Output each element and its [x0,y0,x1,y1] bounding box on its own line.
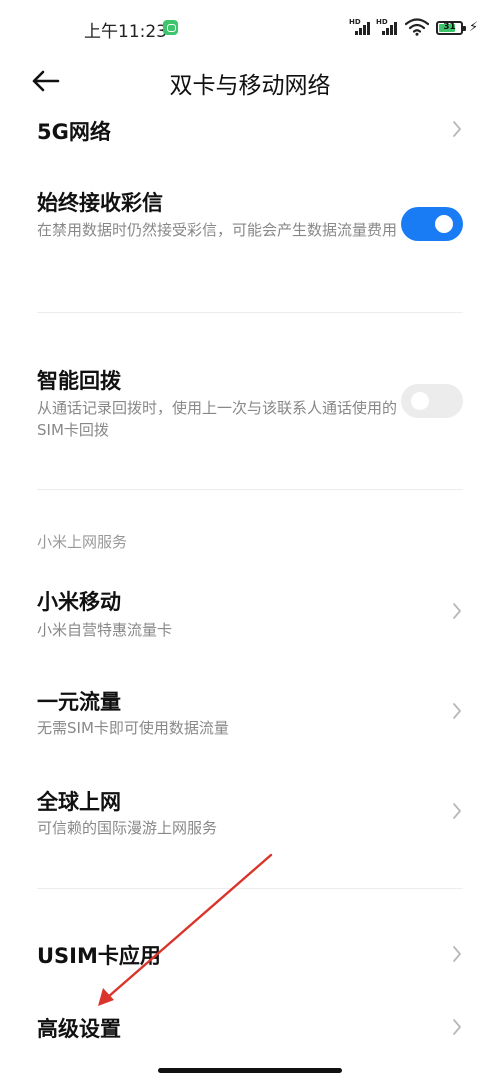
wechat-notification-icon [163,20,178,35]
settings-item-5g-network[interactable]: 5G网络 [0,106,500,152]
page-title: 双卡与移动网络 [169,73,331,99]
toggle-knob [411,392,429,410]
row-title: 智能回拨 [37,369,121,393]
section-header-xiaomi-internet-services: 小米上网服务 [37,533,128,551]
settings-item-advanced-settings[interactable]: 高级设置 [0,1003,500,1053]
signal-sim2-icon: HD [376,18,402,36]
chevron-right-icon [452,945,462,963]
row-title: 一元流量 [37,690,121,714]
battery-level: 31 [443,22,456,32]
row-title: 高级设置 [37,1017,121,1041]
toggle-knob [435,215,453,233]
row-title: 小米移动 [37,590,121,614]
divider [37,312,463,313]
row-subtitle: 在禁用数据时仍然接受彩信，可能会产生数据流量费用 [37,221,398,239]
chevron-right-icon [452,602,462,620]
chevron-right-icon [452,1018,462,1036]
battery-icon: 31 [436,21,466,35]
divider [37,489,463,490]
row-title: 始终接收彩信 [37,191,163,215]
row-subtitle: 小米自营特惠流量卡 [37,621,173,639]
row-subtitle: 从通话记录回拨时，使用上一次与该联系人通话使用的SIM卡回拨 [37,399,398,439]
settings-item-xiaomi-mobile[interactable]: 小米移动 小米自营特惠流量卡 [0,580,500,650]
status-time: 上午11:23 [84,22,167,42]
mms-toggle[interactable] [401,207,463,241]
row-title: USIM卡应用 [37,944,161,968]
settings-item-global-internet[interactable]: 全球上网 可信赖的国际漫游上网服务 [0,780,500,850]
settings-item-one-yuan-data[interactable]: 一元流量 无需SIM卡即可使用数据流量 [0,680,500,750]
row-title: 全球上网 [37,790,121,814]
settings-item-smart-callback[interactable]: 智能回拨 从通话记录回拨时，使用上一次与该联系人通话使用的SIM卡回拨 [0,358,500,448]
wifi-icon [405,18,429,36]
smart-callback-toggle[interactable] [401,384,463,418]
header: 双卡与移动网络 [0,58,500,104]
chevron-right-icon [452,702,462,720]
divider [37,888,463,889]
row-subtitle: 可信赖的国际漫游上网服务 [37,819,218,837]
status-bar: 上午11:23 HD HD 31 ⚡ [0,0,500,58]
settings-item-usim-app[interactable]: USIM卡应用 [0,930,500,980]
settings-item-always-receive-mms[interactable]: 始终接收彩信 在禁用数据时仍然接受彩信，可能会产生数据流量费用 [0,180,500,280]
home-indicator[interactable] [158,1068,342,1073]
row-subtitle: 无需SIM卡即可使用数据流量 [37,719,229,737]
chevron-right-icon [452,120,462,138]
charging-bolt-icon: ⚡ [469,20,479,35]
screen: 上午11:23 HD HD 31 ⚡ 双卡与移动网络 5G网络 始终接收彩信 在… [0,0,500,1084]
signal-sim1-icon: HD [349,18,375,36]
chevron-right-icon [452,802,462,820]
row-title: 5G网络 [37,120,111,144]
